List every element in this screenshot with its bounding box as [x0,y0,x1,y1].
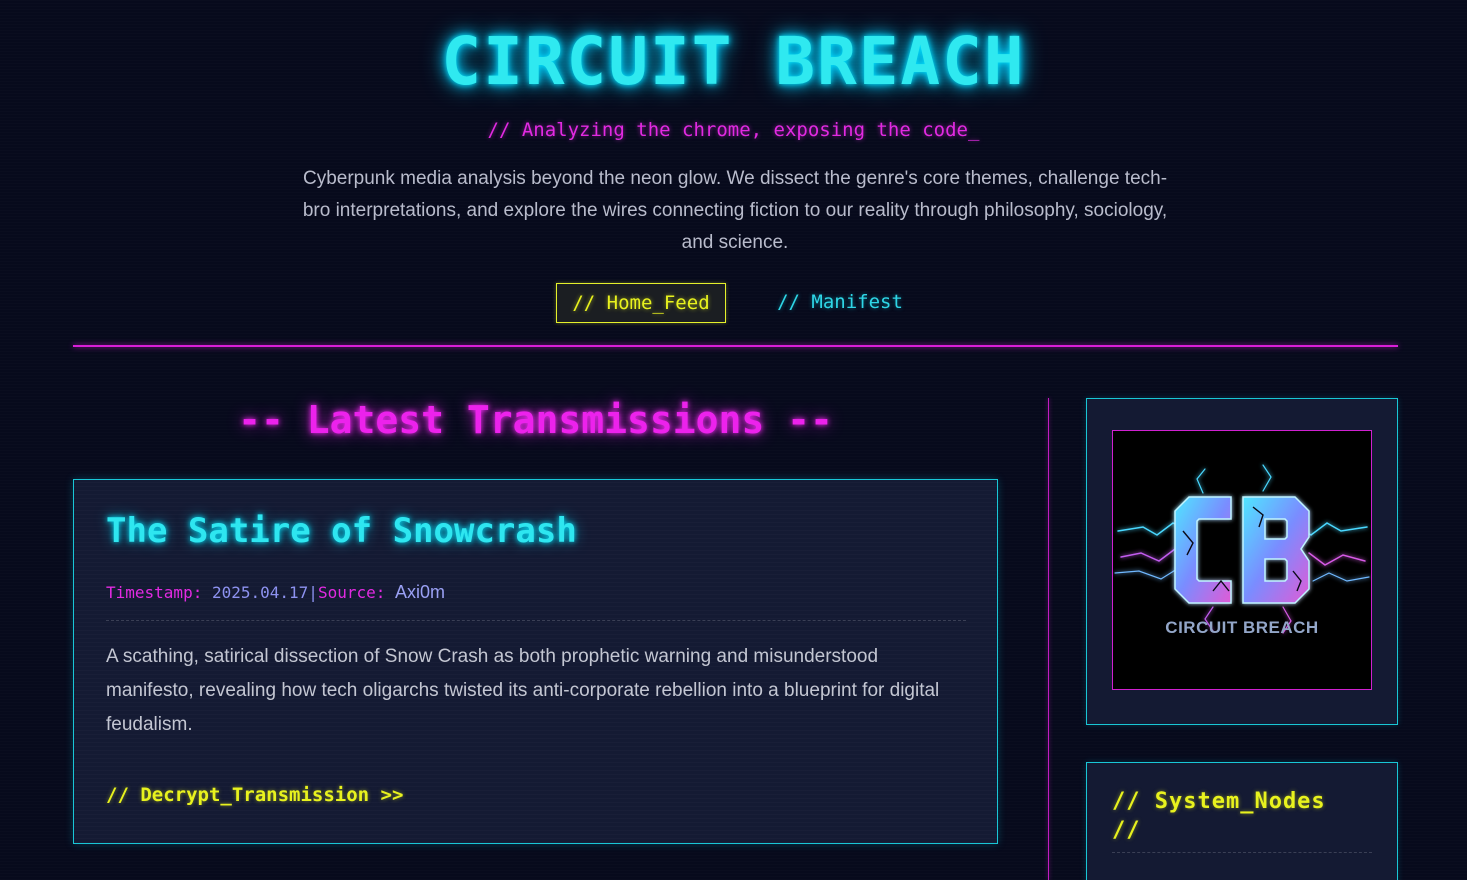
system-nodes-title: // System_Nodes // [1112,789,1326,843]
source-label: Source: [317,583,386,602]
post-excerpt: A scathing, satirical dissection of Snow… [106,646,940,735]
header-divider [73,345,1398,347]
meta-separator: | [308,583,318,602]
cb-lightning-logo-icon [1114,464,1370,634]
system-nodes-divider [1112,852,1372,853]
sidebar-divider [1048,398,1049,880]
timestamp-value: 2025.04.17 [211,583,309,602]
section-heading: -- Latest Transmissions -- [238,398,833,442]
system-nodes-panel: // System_Nodes // [1086,762,1398,880]
site-intro: Cyberpunk media analysis beyond the neon… [302,168,1168,253]
decrypt-transmission-link[interactable]: // Decrypt_Transmission >> [106,780,403,810]
main-nav: // Home_Feed // Manifest [0,283,1467,323]
source-author: Axi0m [395,582,446,602]
logo-caption: CIRCUIT BREACH [1165,618,1319,637]
logo-panel: CIRCUIT BREACH [1086,398,1398,725]
nav-manifest[interactable]: // Manifest [770,283,910,321]
site-title: CIRCUIT BREACH [441,23,1026,100]
post-card: The Satire of Snowcrash Timestamp: 2025.… [73,479,998,844]
timestamp-label: Timestamp: [106,583,203,602]
logo-frame: CIRCUIT BREACH [1112,430,1372,690]
post-divider [106,620,966,621]
nav-home-feed[interactable]: // Home_Feed [556,283,726,323]
post-meta: Timestamp: 2025.04.17|Source: Axi0m [106,580,445,605]
site-tagline: // Analyzing the chrome, exposing the co… [487,119,980,141]
post-title[interactable]: The Satire of Snowcrash [106,508,577,554]
